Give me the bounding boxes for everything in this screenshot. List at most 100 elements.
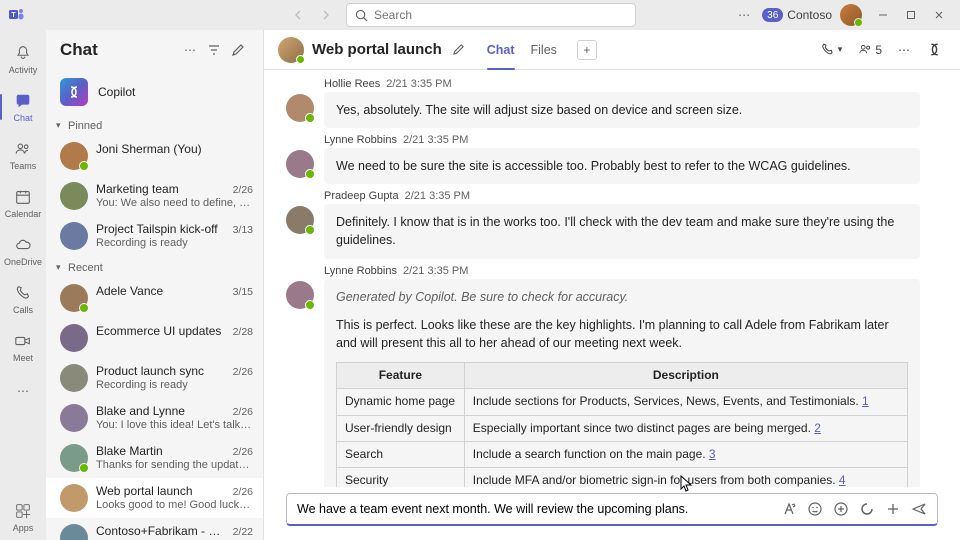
chat-title: Web portal launch — [312, 41, 442, 58]
bell-icon — [13, 43, 33, 63]
chat-header: Web portal launch Chat Files + ▾ 5 ⋯ — [264, 30, 960, 70]
avatar — [60, 222, 88, 250]
message-meta: Lynne Robbins2/21 3:35 PM — [324, 134, 920, 146]
chat-item-name: Joni Sherman (You) — [96, 142, 253, 156]
avatar — [60, 142, 88, 170]
tab-chat[interactable]: Chat — [487, 30, 515, 69]
message-text: We need to be sure the site is accessibl… — [336, 159, 851, 173]
chat-item-preview: Recording is ready — [96, 237, 253, 249]
format-button[interactable] — [781, 501, 797, 517]
chat-item-time: 2/26 — [233, 366, 253, 378]
rail-chat[interactable]: Chat — [0, 84, 46, 130]
calendar-icon — [13, 187, 33, 207]
chat-more-button[interactable]: ⋯ — [895, 40, 913, 60]
message: Pradeep Gupta2/21 3:35 PM Definitely. I … — [286, 190, 920, 258]
titlebar: T ⋯ 36 Contoso — [0, 0, 960, 30]
chat-item-time: 2/26 — [233, 406, 253, 418]
message-avatar[interactable] — [286, 94, 314, 122]
chat-list-item[interactable]: Web portal launch2/26 Looks good to me! … — [46, 478, 263, 518]
chat-list-item[interactable]: Blake and Lynne2/26 You: I love this ide… — [46, 398, 263, 438]
chat-item-name: Blake and Lynne — [96, 404, 229, 418]
message-bubble[interactable]: Yes, absolutely. The site will adjust si… — [324, 92, 920, 128]
rail-calendar[interactable]: Calendar — [0, 180, 46, 226]
message-meta: Hollie Rees2/21 3:35 PM — [324, 78, 920, 90]
avatar — [60, 284, 88, 312]
chat-item-time: 2/28 — [233, 326, 253, 338]
attach-button[interactable] — [833, 501, 849, 517]
message-avatar[interactable] — [286, 281, 314, 309]
video-icon — [13, 331, 33, 351]
citation-link[interactable]: 2 — [814, 421, 821, 435]
org-switcher[interactable]: 36 Contoso — [762, 8, 832, 22]
compose-more-button[interactable] — [885, 501, 901, 517]
search-input[interactable] — [374, 8, 627, 22]
copilot-chat-item[interactable]: Copilot — [46, 70, 263, 114]
chat-list-item[interactable]: Ecommerce UI updates2/28 — [46, 318, 263, 358]
chat-item-time: 2/26 — [233, 486, 253, 498]
chat-list-item[interactable]: Contoso+Fabrikam - Web portal ki...2/22 … — [46, 518, 263, 540]
recent-section-header[interactable]: Recent — [46, 256, 263, 278]
chatlist-filter-button[interactable] — [203, 39, 225, 61]
add-tab-button[interactable]: + — [577, 40, 597, 60]
avatar — [60, 484, 88, 512]
chatlist-title: Chat — [60, 40, 177, 60]
minimize-button[interactable] — [870, 4, 896, 26]
loop-button[interactable] — [859, 501, 875, 517]
chat-list-item[interactable]: Product launch sync2/26 Recording is rea… — [46, 358, 263, 398]
chat-pane: Web portal launch Chat Files + ▾ 5 ⋯ Hol… — [264, 30, 960, 540]
rail-apps-button[interactable]: Apps — [0, 494, 46, 540]
pinned-section-header[interactable]: Pinned — [46, 114, 263, 136]
message-avatar[interactable] — [286, 150, 314, 178]
messages-scroll[interactable]: Hollie Rees2/21 3:35 PM Yes, absolutely.… — [264, 70, 960, 487]
rail-activity[interactable]: Activity — [0, 36, 46, 82]
citation-link[interactable]: 4 — [839, 473, 846, 487]
search-box[interactable] — [346, 3, 636, 27]
citation-link[interactable]: 3 — [709, 447, 716, 461]
message-bubble[interactable]: We need to be sure the site is accessibl… — [324, 148, 920, 184]
rail-meet[interactable]: Meet — [0, 324, 46, 370]
chat-icon — [13, 91, 33, 111]
message-avatar[interactable] — [286, 206, 314, 234]
chat-list-item[interactable]: Adele Vance3/15 — [46, 278, 263, 318]
chat-list-item[interactable]: Joni Sherman (You) — [46, 136, 263, 176]
more-options-button[interactable]: ⋯ — [734, 4, 754, 26]
chat-item-name: Adele Vance — [96, 284, 229, 298]
send-button[interactable] — [911, 501, 927, 517]
citation-link[interactable]: 1 — [862, 394, 869, 408]
chat-list-item[interactable]: Blake Martin2/26 Thanks for sending the … — [46, 438, 263, 478]
maximize-button[interactable] — [898, 4, 924, 26]
compose-box[interactable] — [286, 493, 938, 526]
chat-item-time: 3/13 — [233, 224, 253, 236]
new-chat-button[interactable] — [227, 39, 249, 61]
participants-button[interactable]: 5 — [855, 39, 885, 60]
rail-onedrive[interactable]: OneDrive — [0, 228, 46, 274]
svg-text:T: T — [11, 12, 16, 19]
chatlist-more-button[interactable]: ⋯ — [179, 39, 201, 61]
message-bubble[interactable]: Generated by Copilot. Be sure to check f… — [324, 279, 920, 488]
avatar — [60, 324, 88, 352]
chat-list-item[interactable]: Project Tailspin kick-off3/13 Recording … — [46, 216, 263, 256]
teams-logo-icon: T — [8, 6, 26, 24]
nav-forward-button[interactable] — [314, 3, 338, 27]
call-button[interactable]: ▾ — [817, 39, 846, 60]
nav-back-button[interactable] — [286, 3, 310, 27]
tab-files[interactable]: Files — [531, 30, 557, 69]
rail-calls[interactable]: Calls — [0, 276, 46, 322]
emoji-button[interactable] — [807, 501, 823, 517]
edit-chat-name-button[interactable] — [450, 41, 467, 58]
message-bubble[interactable]: Definitely. I know that is in the works … — [324, 204, 920, 258]
chat-item-time: 2/26 — [233, 446, 253, 458]
generated-notice: Generated by Copilot. Be sure to check f… — [336, 288, 908, 306]
chat-header-avatar[interactable] — [278, 37, 304, 63]
compose-input[interactable] — [297, 502, 773, 516]
rail-more-button[interactable]: ⋯ — [9, 376, 37, 406]
chat-item-name: Contoso+Fabrikam - Web portal ki... — [96, 524, 229, 538]
chat-item-name: Web portal launch — [96, 484, 229, 498]
copilot-pane-button[interactable] — [923, 38, 946, 61]
rail-teams[interactable]: Teams — [0, 132, 46, 178]
profile-avatar[interactable] — [840, 4, 862, 26]
message-text: This is perfect. Looks like these are th… — [336, 318, 889, 350]
close-button[interactable] — [926, 4, 952, 26]
cloud-icon — [13, 235, 33, 255]
chat-list-item[interactable]: Marketing team2/26 You: We also need to … — [46, 176, 263, 216]
